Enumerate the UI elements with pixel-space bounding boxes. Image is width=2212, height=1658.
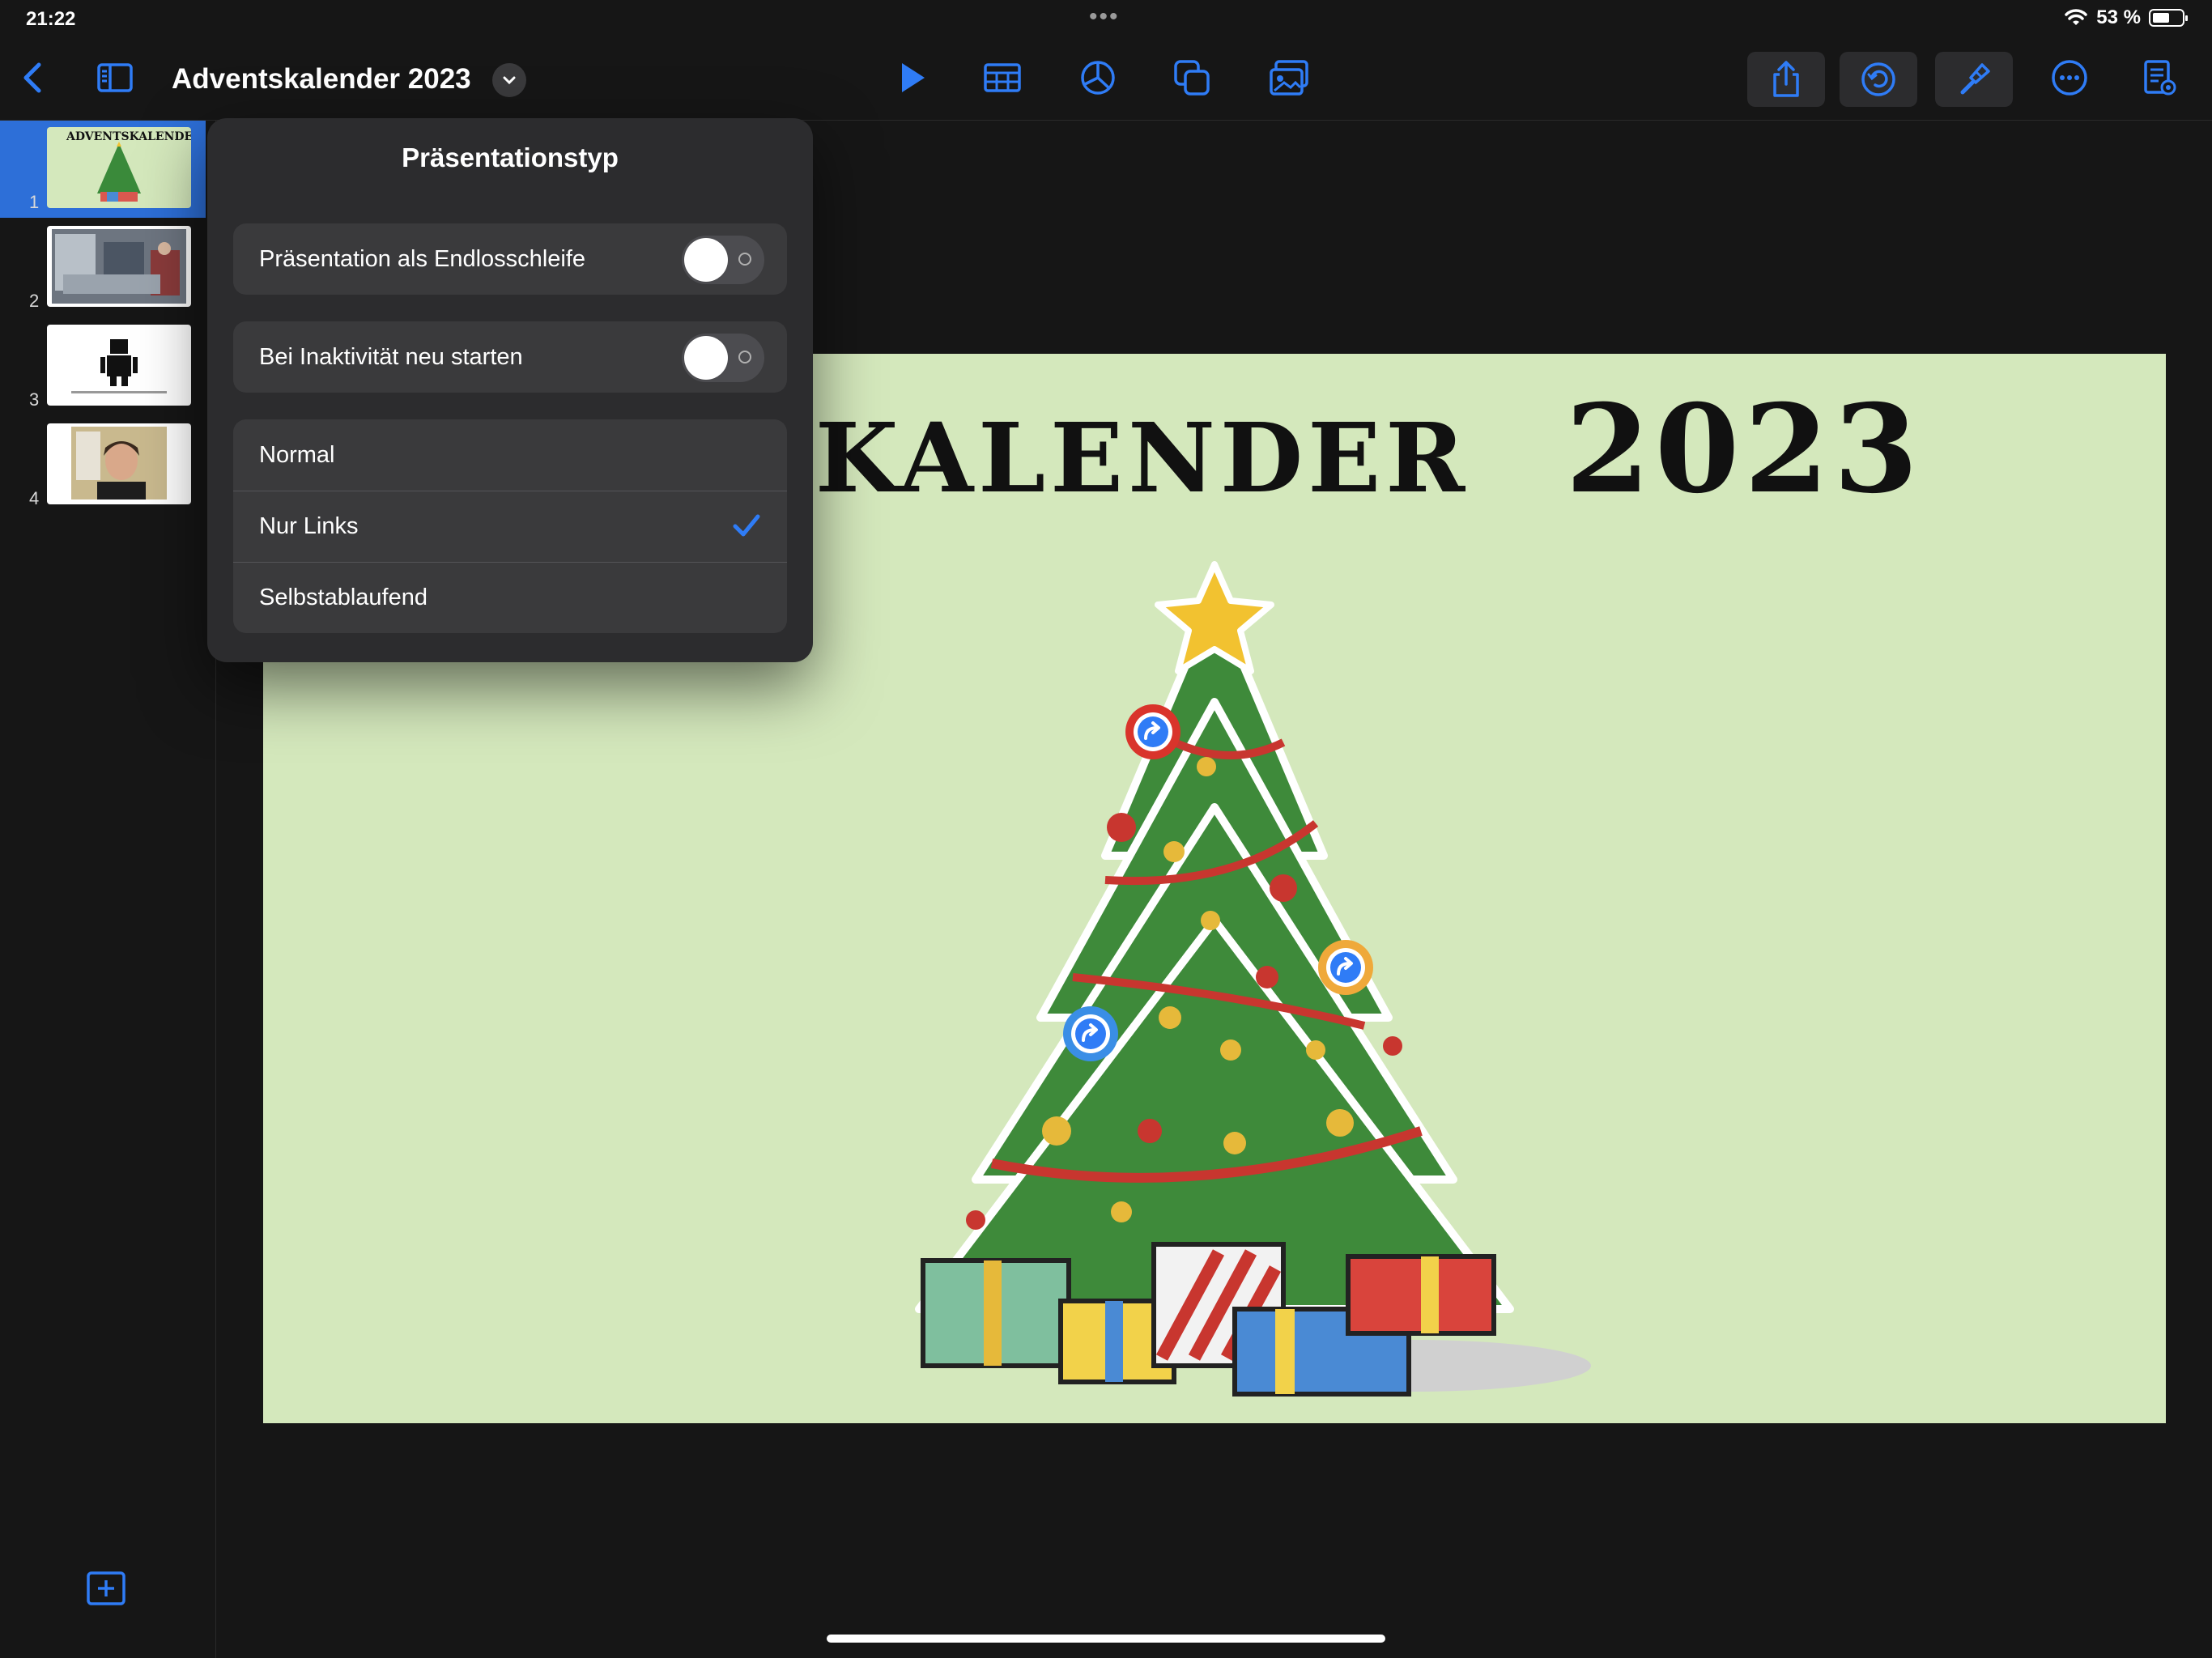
media-icon[interactable]: [1270, 58, 1308, 97]
status-time: 21:22: [26, 8, 76, 30]
option-self-playing-label: Selbstablaufend: [259, 585, 428, 610]
multitasking-dots-icon[interactable]: •••: [1089, 3, 1120, 31]
wifi-icon: [2065, 9, 2088, 25]
loop-presentation-label: Präsentation als Endlosschleife: [259, 245, 586, 272]
slide-thumbnail-3[interactable]: 3: [0, 318, 206, 415]
loop-presentation-toggle[interactable]: [682, 236, 764, 284]
slide-preview: ADVENTSKALENDER 2023: [47, 127, 191, 208]
toolbar: Adventskalender 2023: [0, 39, 2212, 121]
collaborate-icon[interactable]: [1840, 52, 1917, 107]
presentation-type-popover: Präsentationstyp Präsentation als Endlos…: [207, 118, 813, 662]
chart-icon[interactable]: [1078, 58, 1117, 97]
restart-on-idle-toggle[interactable]: [682, 334, 764, 382]
more-icon[interactable]: [2050, 58, 2089, 97]
slide-navigator: ADVENTSKALENDER 2023 1 2: [0, 121, 216, 1658]
link-marker-blue-icon: [1063, 1006, 1118, 1061]
battery-percentage: 53 %: [2096, 6, 2141, 28]
presenter-notes-icon[interactable]: [2139, 58, 2178, 97]
slide-number: 4: [29, 488, 40, 508]
status-right: 53 %: [2064, 6, 2188, 29]
slide-preview: [47, 325, 191, 406]
option-normal[interactable]: Normal: [233, 419, 787, 491]
slide-number: 1: [29, 192, 40, 212]
table-icon[interactable]: [983, 58, 1022, 97]
back-icon[interactable]: [15, 58, 53, 97]
format-brush-icon[interactable]: [1935, 52, 2013, 107]
option-links-only-label: Nur Links: [259, 513, 359, 539]
document-title[interactable]: Adventskalender 2023: [172, 63, 471, 96]
shape-icon[interactable]: [1172, 58, 1211, 97]
restart-on-idle-row[interactable]: Bei Inaktivität neu starten: [233, 321, 787, 393]
add-slide-icon[interactable]: [86, 1568, 126, 1609]
slide-number: 3: [29, 389, 40, 410]
slide-thumbnail-2[interactable]: 2: [0, 219, 206, 317]
sidebar-icon[interactable]: [96, 58, 134, 97]
checkmark-icon: [733, 514, 760, 537]
slide-preview: [47, 226, 191, 307]
loop-toggle-group: Präsentation als Endlosschleife: [233, 223, 787, 295]
svg-text:ADVENTSKALENDER 2023: ADVENTSKALENDER 2023: [66, 130, 191, 143]
option-links-only[interactable]: Nur Links: [233, 491, 787, 562]
popover-title: Präsentationstyp: [402, 142, 619, 172]
slide-thumbnail-1[interactable]: ADVENTSKALENDER 2023 1: [0, 121, 206, 218]
slide-preview: [47, 423, 191, 504]
presentation-type-options: Normal Nur Links Selbstablaufend: [233, 419, 787, 633]
slide-number: 2: [29, 291, 40, 311]
title-menu-chevron-icon[interactable]: [492, 63, 526, 97]
link-marker-orange-icon: [1318, 940, 1373, 995]
play-icon[interactable]: [892, 58, 931, 97]
share-icon[interactable]: [1747, 52, 1825, 107]
loop-presentation-row[interactable]: Präsentation als Endlosschleife: [233, 223, 787, 295]
home-indicator[interactable]: [827, 1635, 1385, 1643]
option-self-playing[interactable]: Selbstablaufend: [233, 562, 787, 633]
link-marker-red-icon: [1125, 704, 1180, 759]
restart-toggle-group: Bei Inaktivität neu starten: [233, 321, 787, 393]
option-normal-label: Normal: [259, 441, 335, 468]
restart-on-idle-label: Bei Inaktivität neu starten: [259, 343, 523, 370]
slide-thumbnail-4[interactable]: 4: [0, 417, 206, 514]
battery-icon: [2149, 9, 2188, 27]
